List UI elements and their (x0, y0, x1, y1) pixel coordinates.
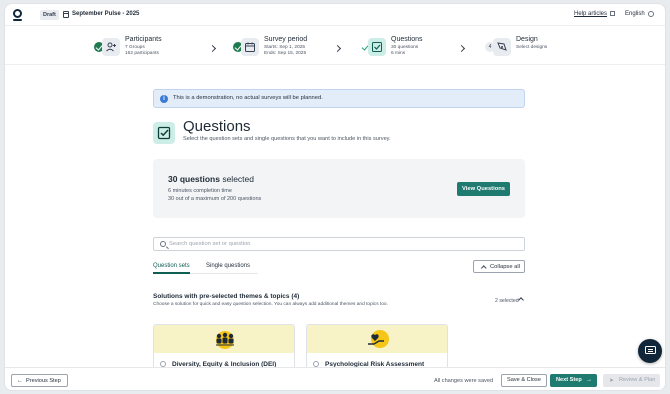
selected-count: 2 selected (495, 298, 519, 304)
send-icon: ➤ (609, 378, 615, 384)
page-description: Select the question sets and single ques… (183, 136, 391, 142)
search-icon (160, 241, 166, 247)
add-user-icon (102, 38, 120, 56)
step-title: Design (516, 36, 538, 43)
globe-icon[interactable] (648, 11, 654, 17)
completion-time: 6 minutes completion time (168, 188, 232, 194)
chevron-right-icon (333, 44, 342, 53)
next-step-label: Next Step (556, 377, 582, 383)
chevron-up-icon (481, 265, 487, 271)
arrow-left-icon: ← (17, 378, 23, 384)
calendar-icon (241, 38, 259, 56)
brush-icon (493, 38, 511, 56)
page-title: Questions (183, 118, 251, 135)
people-diversity-illustration (216, 331, 234, 349)
step-detail: Starts: Sep 1, 2025 Ends: Sep 15, 2025 (264, 45, 307, 56)
save-close-button[interactable]: Save & Close (501, 374, 547, 387)
checkbox-icon (153, 122, 175, 144)
calendar-icon (63, 11, 69, 18)
section-description: Choose a solution for quick and easy que… (153, 302, 388, 307)
bottom-action-bar: ← Previous Step All changes were saved S… (5, 367, 665, 390)
logo-icon[interactable] (13, 9, 22, 21)
step-detail: 30 questions 6 mins (391, 45, 419, 56)
app-window: Draft September Pulse - 2025 Help articl… (4, 3, 666, 391)
step-detail: 7 Groups 162 participants (125, 45, 159, 56)
step-title: Survey period (264, 36, 308, 43)
info-icon: i (160, 95, 168, 103)
search-input[interactable]: Search question set or question (153, 237, 525, 251)
step-questions[interactable]: Questions 30 questions 6 mins (360, 33, 460, 59)
step-design[interactable]: 4 Design Select designs (485, 33, 585, 59)
checkbox-icon (368, 38, 386, 56)
active-tab-indicator (153, 272, 190, 274)
chat-button[interactable] (638, 339, 662, 363)
chevron-right-icon (208, 44, 217, 53)
step-survey-period[interactable]: Survey period Starts: Sep 1, 2025 Ends: S… (233, 33, 333, 59)
external-link-icon (610, 11, 615, 16)
review-plan-button[interactable]: ➤ Review & Plan (603, 374, 660, 387)
chat-icon (644, 346, 656, 354)
save-status: All changes were saved (434, 378, 494, 384)
collapse-all-button[interactable]: Collapse all (473, 260, 525, 273)
questions-count: 30 questions selected (168, 174, 254, 184)
review-plan-label: Review & Plan (619, 377, 656, 384)
step-title: Participants (125, 36, 162, 43)
previous-step-label: Previous Step (26, 378, 61, 385)
language-selector[interactable]: English (625, 11, 645, 17)
search-placeholder: Search question set or question (169, 241, 251, 247)
arrow-right-icon: → (586, 376, 592, 383)
heart-hand-illustration (368, 330, 389, 348)
progress-stepper: Participants 7 Groups 162 participants Su… (5, 27, 665, 65)
question-limit: 30 out of a maximum of 200 questions (168, 196, 262, 202)
top-bar: Draft September Pulse - 2025 Help articl… (5, 4, 665, 26)
next-step-button[interactable]: Next Step → (550, 374, 597, 387)
step-title: Questions (391, 36, 423, 43)
selection-summary: 30 questions selected 6 minutes completi… (153, 159, 525, 218)
notice-text: This is a demonstration, no actual surve… (173, 95, 323, 101)
previous-step-button[interactable]: ← Previous Step (11, 374, 68, 387)
tab-single-questions[interactable]: Single questions (206, 263, 250, 269)
status-badge: Draft (40, 10, 59, 20)
help-articles-link[interactable]: Help articles (574, 11, 607, 17)
step-detail: Select designs (516, 45, 548, 50)
demo-notice: i This is a demonstration, no actual sur… (153, 89, 525, 108)
section-title: Solutions with pre-selected themes & top… (153, 293, 300, 300)
survey-name: September Pulse - 2025 (72, 11, 140, 17)
tab-question-sets[interactable]: Question sets (153, 263, 190, 269)
view-questions-button[interactable]: View Questions (457, 182, 510, 196)
chevron-up-icon[interactable] (518, 297, 524, 303)
step-participants[interactable]: Participants 7 Groups 162 participants (94, 33, 194, 59)
collapse-all-label: Collapse all (490, 264, 520, 270)
